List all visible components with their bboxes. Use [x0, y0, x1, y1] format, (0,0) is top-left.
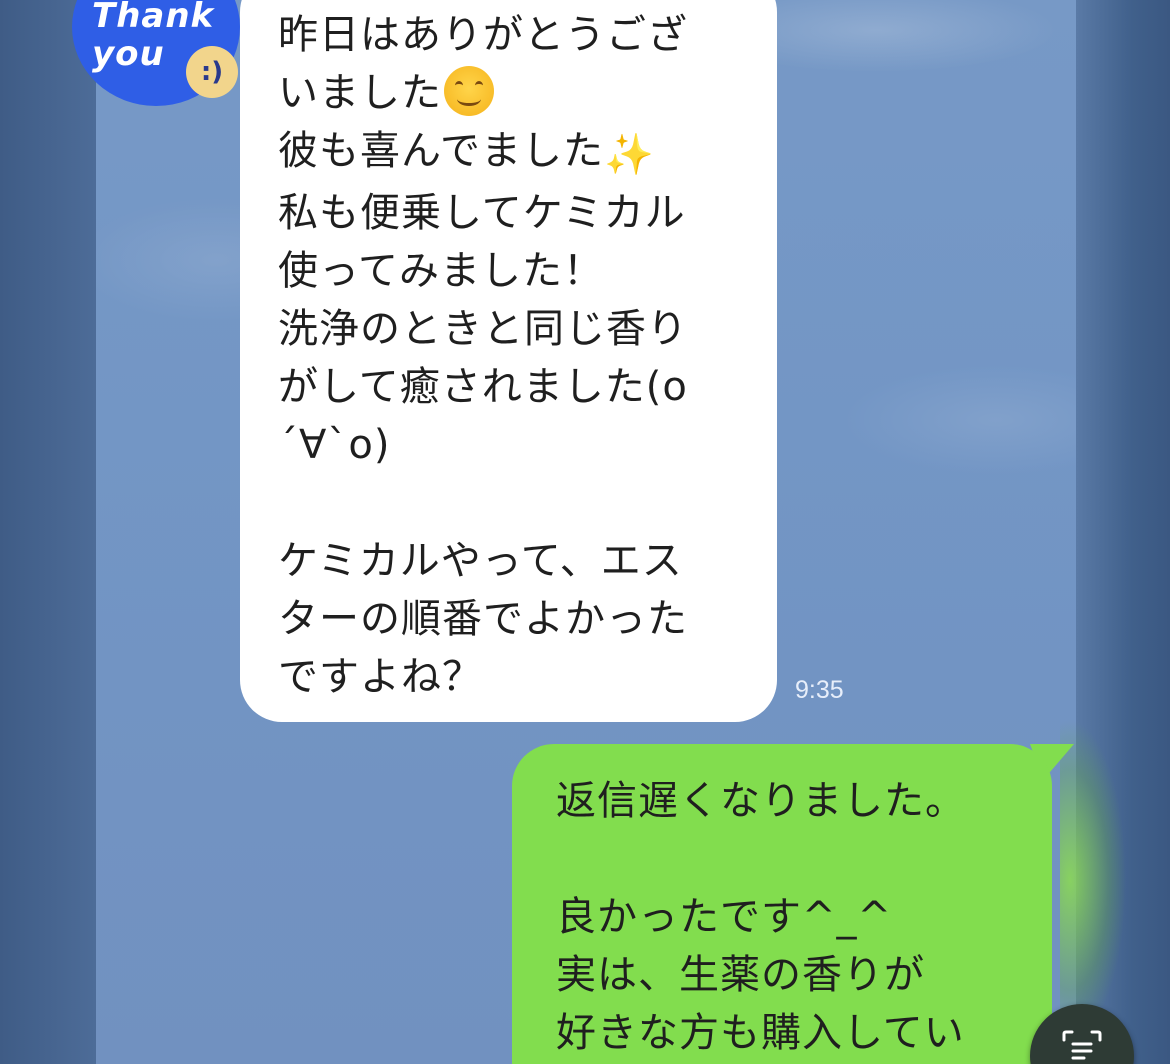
smiling-face-emoji-icon: [444, 66, 494, 116]
incoming-message-time: 9:35: [795, 676, 844, 704]
outgoing-message-bubble[interactable]: 返信遅くなりました。 良かったです^_^ 実は、生薬の香りが 好きな方も購入して…: [512, 744, 1052, 1064]
scan-text-icon: [1062, 1030, 1102, 1060]
chat-screen: Thank you :) 昨日はありがとうござ いました 彼も喜んでました✨ 私…: [0, 0, 1170, 1064]
outgoing-message-text: 返信遅くなりました。 良かったです^_^ 実は、生薬の香りが 好きな方も購入して…: [556, 778, 966, 1056]
left-edge-backdrop: [0, 0, 96, 1064]
sparkles-emoji-icon: ✨: [604, 132, 655, 178]
incoming-text-part-3: 私も便乗してケミカル 使ってみました！ 洗浄のときと同じ香り がして癒されました…: [278, 190, 688, 700]
incoming-text-part-2: 彼も喜んでました: [278, 128, 604, 174]
avatar-sticker-text-thank: Thank: [92, 0, 215, 36]
avatar-smiley-icon: :): [186, 46, 238, 98]
incoming-message-text: 昨日はありがとうござ いました 彼も喜んでました✨ 私も便乗してケミカル 使って…: [278, 6, 748, 706]
incoming-message-bubble[interactable]: 昨日はありがとうござ いました 彼も喜んでました✨ 私も便乗してケミカル 使って…: [240, 0, 777, 722]
avatar-sticker-text-you: you: [92, 34, 165, 74]
